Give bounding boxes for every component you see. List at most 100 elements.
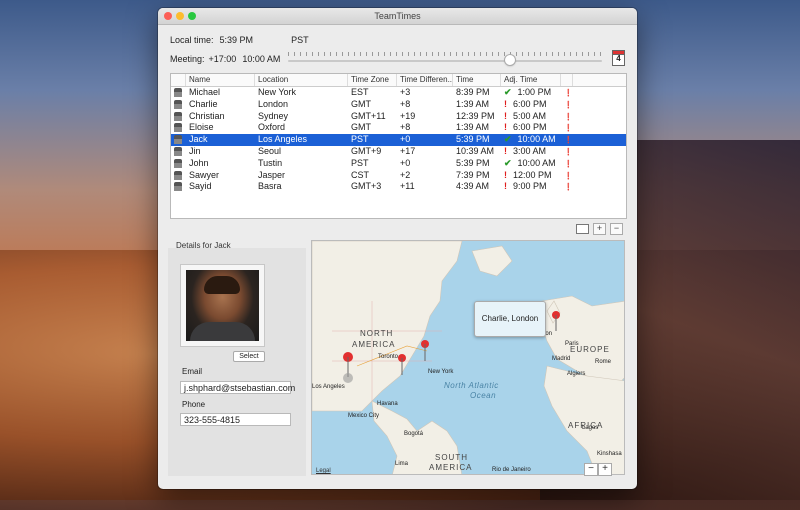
pin-icon: ❗ <box>564 160 573 168</box>
cell-location: Sydney <box>258 110 289 121</box>
cell-location: Oxford <box>258 122 286 133</box>
pin-icon: ❗ <box>564 137 573 145</box>
minimize-button[interactable] <box>176 12 184 20</box>
table-row[interactable]: Michael New York EST +3 8:39 PM ✔ 1:00 PM ❗ <box>171 87 626 99</box>
remove-person-button[interactable]: − <box>610 223 623 235</box>
maximize-button[interactable] <box>188 12 196 20</box>
cell-time-difference: +3 <box>400 87 411 97</box>
avatar-icon <box>171 134 186 146</box>
calendar-icon[interactable]: 4 <box>612 50 625 66</box>
cell-time-zone: GMT <box>351 98 371 109</box>
header-adj-time[interactable]: Adj. Time <box>501 74 561 86</box>
header-cell[interactable] <box>561 74 573 86</box>
cell-location: Seoul <box>258 145 282 156</box>
cell-name: Charlie <box>189 98 218 109</box>
table-row[interactable]: Christian Sydney GMT+11 +19 12:39 PM! 5:00 AM… <box>171 111 626 123</box>
title-bar[interactable]: TeamTimes <box>158 8 637 25</box>
cell-time-difference: +17 <box>400 145 416 156</box>
cell-time-zone: GMT+9 <box>351 145 382 156</box>
header-cell[interactable] <box>171 74 186 86</box>
local-time-value: 5:39 PM <box>219 35 254 45</box>
header-location[interactable]: Location <box>255 74 348 86</box>
zoom-in-button[interactable]: + <box>598 463 612 476</box>
cell-time: 5:39 PM <box>456 134 490 145</box>
table-body: Michael New York EST +3 8:39 PM ✔ 1:00 PM ❗ Char… <box>171 87 626 193</box>
local-zone: PST <box>291 35 309 45</box>
avatar-icon <box>171 122 186 134</box>
time-slider[interactable] <box>288 60 602 62</box>
check-icon: ✔ <box>504 134 512 145</box>
map-callout[interactable]: Charlie, London <box>474 301 546 337</box>
zoom-controls: − + <box>584 463 612 476</box>
pin-icon: ❗ <box>564 113 573 121</box>
pin-icon: ❗ <box>564 148 573 156</box>
adj-time-value: 5:00 AM <box>513 110 547 121</box>
cell-name: John <box>189 157 209 168</box>
time-slider-ticks <box>288 52 602 56</box>
table-row[interactable]: Eloise Oxford GMT +8 1:39 AM! 6:00 PM ❗ <box>171 122 626 134</box>
cell-time-zone: GMT+11 <box>351 110 386 121</box>
mail-icon[interactable] <box>576 224 589 234</box>
warning-icon: ! <box>504 110 507 121</box>
cell-time-zone: GMT+3 <box>351 181 382 192</box>
cell-adj-time: ✔ 1:00 PM <box>501 87 561 99</box>
adj-time-value: 10:00 AM <box>517 134 556 145</box>
legal-link[interactable]: Legal <box>316 468 331 474</box>
cell-time: 12:39 PM <box>456 110 495 121</box>
local-time-row: Local time: 5:39 PM PST <box>170 35 309 45</box>
add-person-button[interactable]: + <box>593 223 606 235</box>
header-time-zone[interactable]: Time Zone <box>348 74 397 86</box>
table-row[interactable]: Sayid Basra GMT+3 +11 4:39 AM! 9:00 PM ❗ <box>171 181 626 193</box>
cell-time: 4:39 AM <box>456 181 490 192</box>
header-time-difference[interactable]: Time Differen... <box>397 74 453 86</box>
email-field[interactable]: j.shphard@stsebastian.com <box>180 381 295 394</box>
table-header: Name Location Time Zone Time Differen...… <box>171 74 626 87</box>
warning-icon: ! <box>504 98 507 109</box>
close-button[interactable] <box>164 12 172 20</box>
cell-adj-time: ! 5:00 AM <box>501 111 561 123</box>
cell-time: 10:39 AM <box>456 145 495 156</box>
zoom-out-button[interactable]: − <box>584 463 598 476</box>
adj-time-value: 9:00 PM <box>513 181 547 192</box>
cell-adj-time: ! 9:00 PM <box>501 181 561 193</box>
avatar-icon <box>171 170 186 182</box>
cell-time-zone: GMT <box>351 122 371 133</box>
check-icon: ✔ <box>504 157 512 168</box>
meeting-label: Meeting: <box>170 54 205 64</box>
table-row[interactable]: Charlie London GMT +8 1:39 AM! 6:00 PM ❗ <box>171 99 626 111</box>
cell-adj-time: ! 6:00 PM <box>501 122 561 134</box>
header-name[interactable]: Name <box>186 74 255 86</box>
cell-location: Tustin <box>258 157 283 168</box>
cell-name: Jin <box>189 145 201 156</box>
avatar-icon <box>171 181 186 193</box>
cell-location: Jasper <box>258 169 286 180</box>
cell-time-zone: PST <box>351 157 369 168</box>
cell-time: 5:39 PM <box>456 157 490 168</box>
cell-adj-time: ! 3:00 AM <box>501 146 561 158</box>
map-view[interactable]: NORTH AMERICA EUROPE AFRICA SOUTH AMERIC… <box>311 240 625 475</box>
team-table: Name Location Time Zone Time Differen...… <box>170 73 627 219</box>
pin-icon: ❗ <box>564 125 573 133</box>
warning-icon: ! <box>504 181 507 192</box>
cell-name: Sawyer <box>189 169 220 180</box>
select-photo-button[interactable]: Select <box>233 351 265 362</box>
phone-field[interactable]: 323-555-4815 <box>180 413 291 426</box>
table-row[interactable]: Jack Los Angeles PST +0 5:39 PM ✔ 10:00 AM ❗ <box>171 134 626 146</box>
table-row[interactable]: John Tustin PST +0 5:39 PM ✔ 10:00 AM ❗ <box>171 158 626 170</box>
table-row[interactable]: Sawyer Jasper CST +2 7:39 PM! 12:00 PM ❗ <box>171 170 626 182</box>
time-slider-knob[interactable] <box>505 55 515 65</box>
adj-time-value: 3:00 AM <box>513 145 547 156</box>
warning-icon: ! <box>504 169 507 180</box>
cell-location: New York <box>258 87 297 97</box>
photo-well[interactable] <box>180 264 265 347</box>
cell-time-difference: +11 <box>400 181 415 192</box>
cell-time-zone: EST <box>351 87 369 97</box>
cell-adj-time: ! 12:00 PM <box>501 170 561 182</box>
header-time[interactable]: Time <box>453 74 501 86</box>
local-time-label: Local time: <box>170 35 214 45</box>
avatar-icon <box>171 87 186 99</box>
cell-name: Michael <box>189 87 221 97</box>
adj-time-value: 1:00 PM <box>517 87 552 97</box>
table-row[interactable]: Jin Seoul GMT+9 +17 10:39 AM ! 3:00 AM ❗ <box>171 146 626 158</box>
pin-icon: ❗ <box>564 90 573 97</box>
